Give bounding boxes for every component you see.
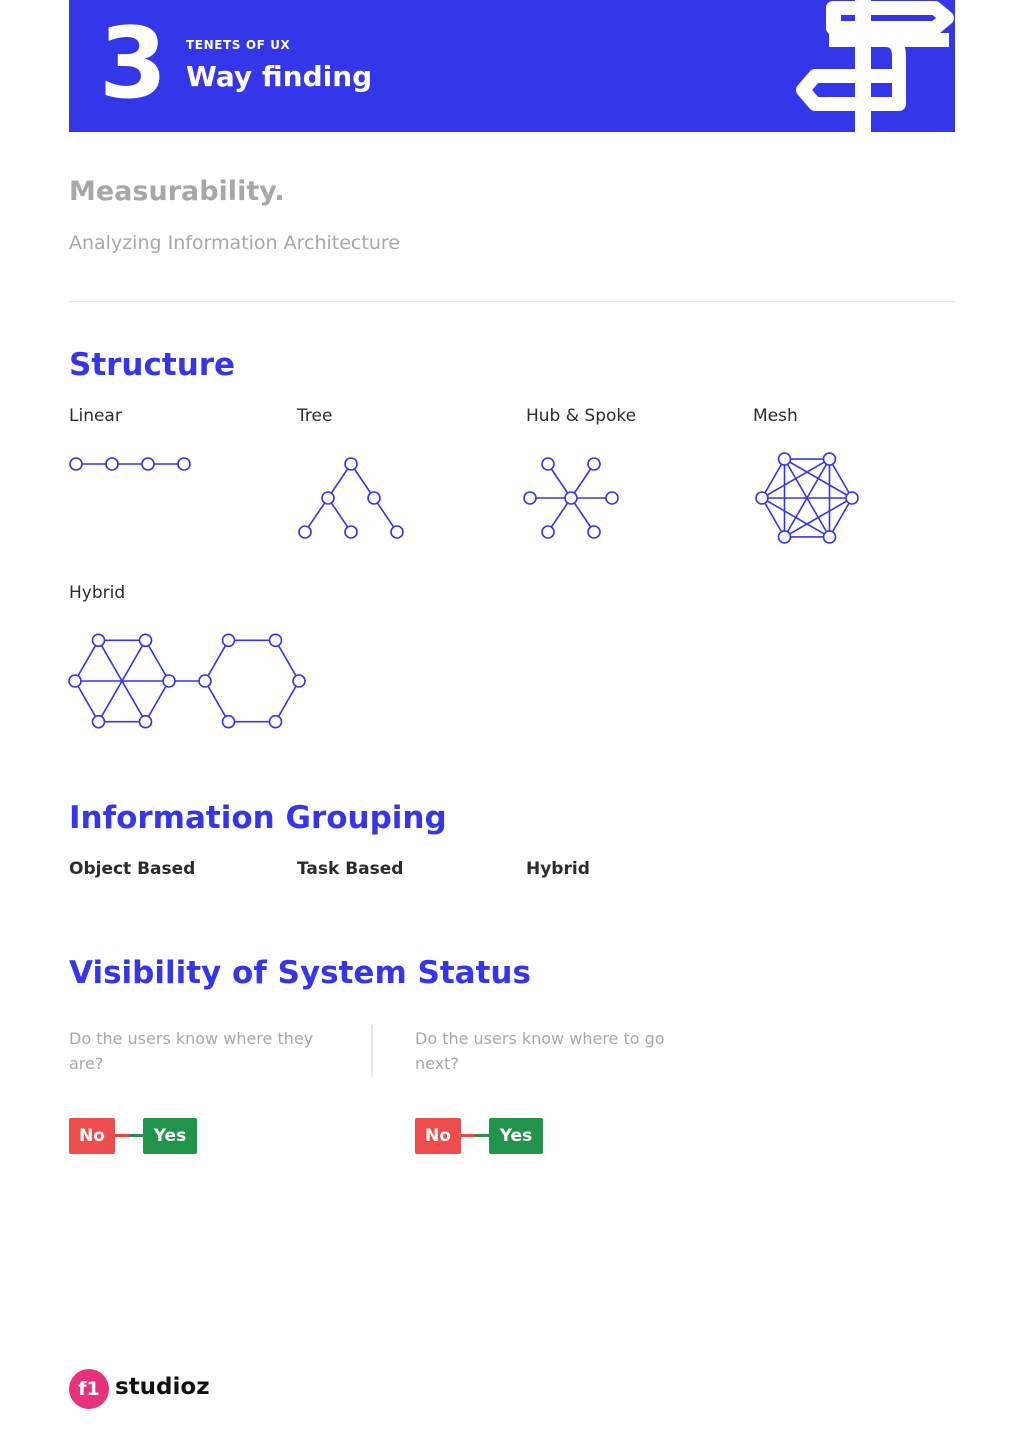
tenet-kicker: TENETS OF UX: [186, 38, 291, 52]
answer-toggle-2[interactable]: No Yes: [415, 1118, 545, 1156]
yes-button[interactable]: Yes: [143, 1118, 197, 1154]
logo-text: studioz: [115, 1374, 210, 1400]
logo-mark: f1: [69, 1369, 109, 1409]
structure-label-tree: Tree: [297, 406, 333, 426]
toggle-connector: [475, 1134, 489, 1137]
page-heading: Measurability.: [69, 176, 285, 207]
toggle-connector: [461, 1134, 475, 1137]
divider: [69, 301, 955, 302]
signpost-icon: [796, 0, 954, 132]
visibility-title: Visibility of System Status: [69, 955, 531, 991]
structure-title: Structure: [69, 347, 236, 383]
tenet-title: Way finding: [186, 60, 373, 93]
question-where-they-are: Do the users know where they are?: [69, 1029, 314, 1073]
header-banner: 3 TENETS OF UX Way finding: [69, 0, 955, 132]
linear-diagram-icon: [69, 457, 191, 471]
structure-label-hub-spoke: Hub & Spoke: [526, 406, 637, 426]
toggle-connector: [129, 1134, 143, 1137]
no-button[interactable]: No: [69, 1118, 115, 1154]
question-where-to-go-next: Do the users know where to go next?: [415, 1029, 665, 1073]
mesh-diagram-icon: [755, 452, 859, 544]
grouping-object-based: Object Based: [69, 859, 196, 879]
hub-and-spoke-diagram-icon: [523, 457, 619, 539]
grouping-hybrid: Hybrid: [526, 859, 590, 879]
structure-label-linear: Linear: [69, 406, 122, 426]
no-button[interactable]: No: [415, 1118, 461, 1154]
hybrid-diagram-icon: [68, 633, 306, 729]
question-divider: [371, 1025, 373, 1077]
yes-button[interactable]: Yes: [489, 1118, 543, 1154]
grouping-title: Information Grouping: [69, 800, 447, 836]
structure-label-hybrid: Hybrid: [69, 583, 126, 603]
structure-label-mesh: Mesh: [753, 406, 798, 426]
answer-toggle-1[interactable]: No Yes: [69, 1118, 199, 1156]
tree-diagram-icon: [298, 457, 404, 539]
page-subheading: Analyzing Information Architecture: [69, 232, 400, 254]
tenet-number: 3: [99, 7, 168, 121]
toggle-connector: [115, 1134, 129, 1137]
grouping-task-based: Task Based: [297, 859, 404, 879]
